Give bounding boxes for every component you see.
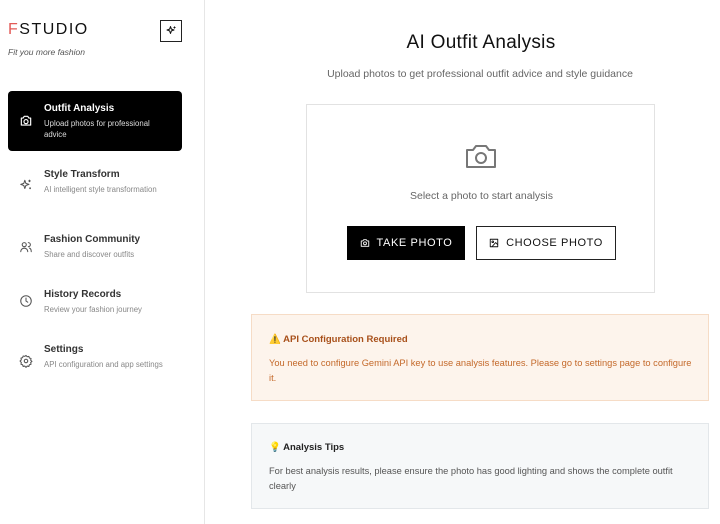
sidebar-item-style-transform[interactable]: Style Transform AI intelligent style tra…	[8, 163, 182, 211]
sidebar-item-title: Settings	[44, 344, 84, 355]
upload-card: Select a photo to start analysis TAKE PH…	[306, 104, 655, 293]
camera-icon	[466, 145, 496, 168]
page-subtitle: Upload photos to get professional outfit…	[327, 68, 633, 80]
sidebar-item-title: Outfit Analysis	[44, 103, 115, 114]
take-photo-button[interactable]: TAKE PHOTO	[347, 226, 465, 260]
choose-photo-button[interactable]: CHOOSE PHOTO	[476, 226, 616, 260]
sidebar-item-desc: Upload photos for professional advice	[44, 119, 150, 139]
tips-text: For best analysis results, please ensure…	[269, 466, 673, 491]
alert-title: ⚠️ API Configuration Required	[269, 334, 408, 345]
main-content: AI Outfit Analysis Upload photos to get …	[206, 0, 720, 524]
choose-photo-label: CHOOSE PHOTO	[506, 237, 603, 249]
sidebar-item-fashion-community[interactable]: Fashion Community Share and discover out…	[8, 229, 182, 269]
page-title: AI Outfit Analysis	[406, 32, 556, 53]
sidebar: FSTUDIO Fit you more fashion Outfit Anal…	[0, 0, 205, 524]
sidebar-item-desc: Review your fashion journey	[44, 305, 142, 314]
sparkles-icon	[18, 177, 34, 193]
tips-title: 💡 Analysis Tips	[269, 442, 345, 453]
sidebar-item-title: Style Transform	[44, 169, 120, 180]
sidebar-item-history-records[interactable]: History Records Review your fashion jour…	[8, 284, 182, 324]
brand-logo-text: STUDIO	[19, 21, 89, 38]
analysis-tips: 💡 Analysis Tips For best analysis result…	[251, 423, 709, 509]
camera-icon	[18, 113, 34, 129]
sparkles-icon	[166, 26, 176, 34]
sidebar-item-outfit-analysis[interactable]: Outfit Analysis Upload photos for profes…	[8, 91, 182, 151]
sidebar-item-settings[interactable]: Settings API configuration and app setti…	[8, 339, 182, 387]
sidebar-item-title: History Records	[44, 289, 122, 300]
sidebar-item-desc: API configuration and app settings	[44, 360, 163, 369]
brand-logo-initial: F	[8, 21, 20, 38]
sidebar-item-desc: Share and discover outfits	[44, 250, 135, 259]
upload-prompt: Select a photo to start analysis	[410, 190, 553, 202]
clock-icon	[18, 293, 34, 309]
brand-tagline: Fit you more fashion	[8, 47, 86, 57]
sidebar-item-title: Fashion Community	[44, 234, 141, 245]
sparkle-toggle-button[interactable]	[160, 20, 182, 42]
camera-icon	[360, 238, 370, 248]
alert-text: You need to configure Gemini API key to …	[269, 358, 692, 383]
take-photo-label: TAKE PHOTO	[376, 237, 453, 249]
image-icon	[489, 238, 499, 248]
users-icon	[18, 239, 34, 255]
sidebar-item-desc: AI intelligent style transformation	[44, 185, 157, 194]
brand-logo[interactable]: FSTUDIO	[8, 21, 89, 39]
gear-icon	[18, 353, 34, 369]
api-config-alert: ⚠️ API Configuration Required You need t…	[251, 314, 709, 401]
